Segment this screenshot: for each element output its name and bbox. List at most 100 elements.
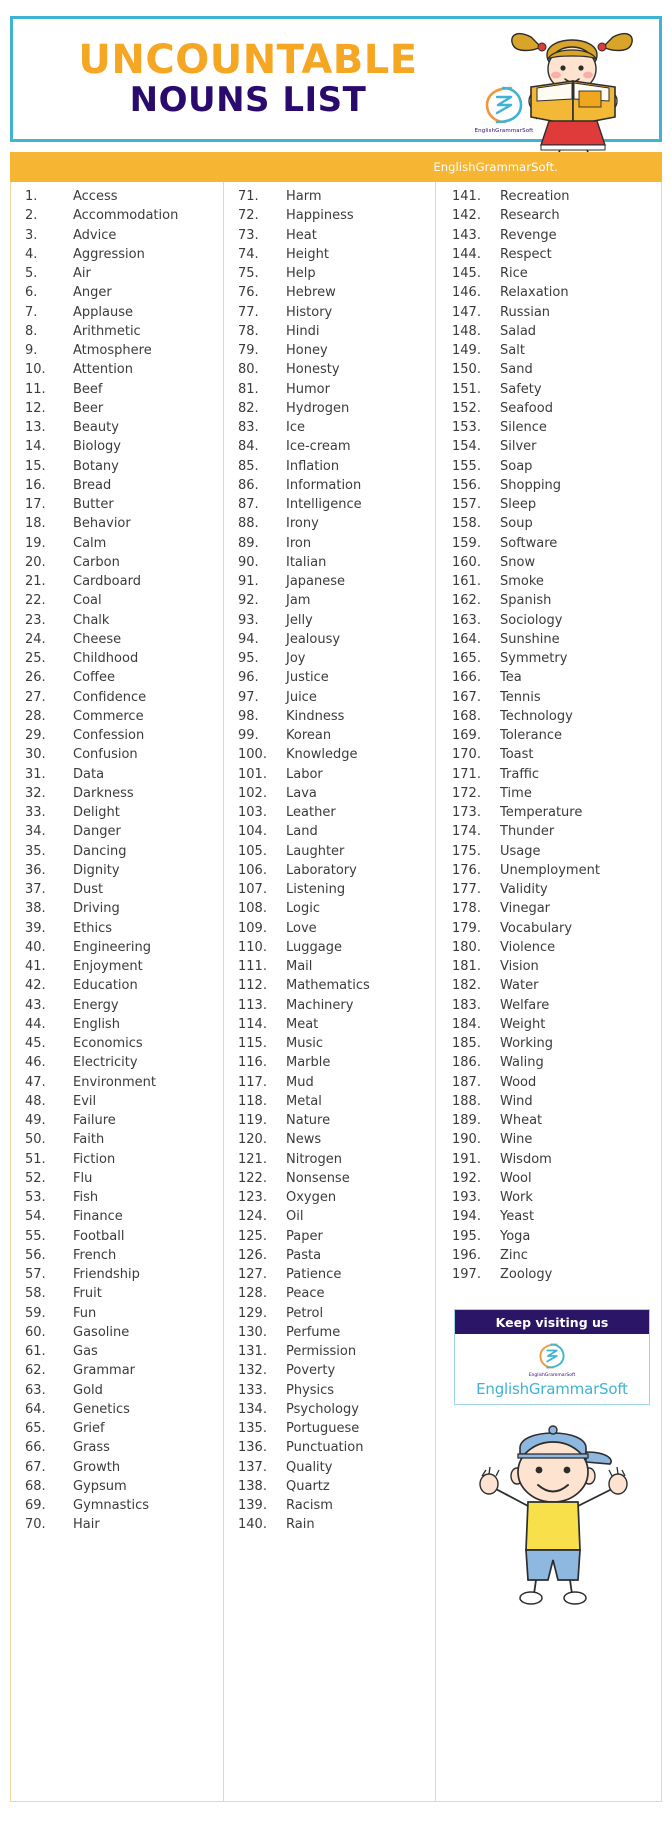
noun-index: 189.	[452, 1113, 481, 1128]
noun-index: 50.	[25, 1132, 46, 1148]
noun-word: Sociology	[500, 612, 563, 628]
noun-index: 44.	[25, 1016, 46, 1032]
noun-word: Pasta	[286, 1247, 322, 1263]
noun-index: 88.	[238, 516, 259, 532]
noun-list-item: 120. News	[224, 1132, 435, 1151]
noun-word: Marble	[286, 1055, 331, 1071]
noun-list-item: 22. Coal	[11, 593, 223, 612]
noun-list-item: 98. Kindness	[224, 709, 435, 728]
noun-list-item: 58. Fruit	[11, 1286, 223, 1305]
noun-index: 117.	[238, 1074, 267, 1090]
noun-word: Dignity	[73, 862, 120, 878]
noun-list-item: 114. Meat	[224, 1017, 435, 1036]
noun-index: 95.	[238, 651, 259, 666]
noun-list-item: 123. Oxygen	[224, 1190, 435, 1209]
noun-index: 69.	[25, 1498, 46, 1513]
noun-index: 101.	[238, 766, 267, 782]
noun-list-item: 161. Smoke	[436, 574, 661, 593]
noun-list-item: 68. Gypsum	[11, 1479, 223, 1498]
noun-word: Atmosphere	[73, 343, 152, 358]
noun-index: 106.	[238, 862, 267, 878]
noun-list-item: 42. Education	[11, 978, 223, 997]
noun-index: 51.	[25, 1151, 46, 1167]
noun-index: 148.	[452, 323, 481, 339]
noun-list-item: 13. Beauty	[11, 420, 223, 439]
noun-word: Ice	[286, 420, 305, 435]
noun-list-item: 119. Nature	[224, 1113, 435, 1132]
noun-list-item: 27. Confidence	[11, 690, 223, 709]
noun-word: Revenge	[500, 227, 557, 243]
noun-list-item: 97. Juice	[224, 690, 435, 709]
noun-list-item: 19. Calm	[11, 536, 223, 555]
noun-list-item: 73. Heat	[224, 228, 435, 247]
noun-index: 197.	[452, 1267, 481, 1282]
noun-word: Iron	[286, 535, 312, 551]
noun-index: 63.	[25, 1382, 46, 1398]
noun-list-item: 72. Happiness	[224, 208, 435, 227]
noun-word: Gold	[73, 1382, 103, 1398]
noun-word: Salt	[500, 343, 525, 358]
noun-list-item: 94. Jealousy	[224, 632, 435, 651]
noun-index: 43.	[25, 997, 46, 1013]
noun-index: 38.	[25, 901, 46, 917]
noun-index: 184.	[452, 1016, 481, 1032]
noun-word: Rice	[500, 266, 528, 281]
noun-word: Silver	[500, 439, 537, 455]
noun-list-item: 93. Jelly	[224, 613, 435, 632]
keep-visiting-logo-text: EnglishGrammarSoft	[528, 1372, 576, 1378]
noun-list-item: 186. Waling	[436, 1055, 661, 1074]
noun-index: 1.	[25, 189, 38, 204]
noun-index: 166.	[452, 670, 481, 686]
noun-word: Perfume	[286, 1324, 341, 1340]
noun-list-item: 115. Music	[224, 1036, 435, 1055]
nouns-column-1: 1. Access 2. Accommodation 3. Advice 4. Aggress…	[11, 182, 223, 1801]
noun-list-item: 91. Japanese	[224, 574, 435, 593]
noun-list-item: 131. Permission	[224, 1344, 435, 1363]
noun-list-item: 108. Logic	[224, 901, 435, 920]
noun-list-item: 191. Wisdom	[436, 1152, 661, 1171]
noun-list-item: 110. Luggage	[224, 940, 435, 959]
noun-index: 30.	[25, 747, 46, 763]
noun-list-item: 84. Ice-cream	[224, 439, 435, 458]
noun-index: 110.	[238, 939, 267, 955]
noun-index: 46.	[25, 1055, 46, 1071]
noun-word: Technology	[500, 708, 573, 724]
noun-word: Relaxation	[500, 285, 569, 301]
noun-index: 100.	[238, 747, 267, 763]
noun-word: Confession	[73, 728, 145, 743]
noun-index: 169.	[452, 728, 481, 743]
noun-index: 113.	[238, 997, 267, 1013]
noun-list-item: 183. Welfare	[436, 998, 661, 1017]
noun-list-item: 96. Justice	[224, 670, 435, 689]
noun-word: Spanish	[500, 593, 552, 609]
noun-list-item: 8. Arithmetic	[11, 324, 223, 343]
noun-index: 147.	[452, 304, 481, 320]
noun-list-item: 159. Software	[436, 536, 661, 555]
noun-word: Quality	[286, 1459, 333, 1475]
noun-list-item: 11. Beef	[11, 382, 223, 401]
noun-index: 146.	[452, 285, 481, 301]
noun-word: Laboratory	[286, 862, 357, 878]
noun-index: 41.	[25, 959, 46, 974]
noun-index: 19.	[25, 535, 46, 551]
noun-word: Beef	[73, 381, 103, 397]
noun-list-item: 59. Fun	[11, 1306, 223, 1325]
noun-word: Carbon	[73, 554, 120, 570]
noun-word: Time	[500, 785, 532, 801]
noun-list-item: 23. Chalk	[11, 613, 223, 632]
noun-word: Dancing	[73, 843, 127, 859]
noun-word: Software	[500, 535, 558, 551]
noun-word: Hair	[73, 1517, 100, 1533]
noun-list-item: 36. Dignity	[11, 863, 223, 882]
noun-index: 142.	[452, 208, 481, 224]
noun-word: Gasoline	[73, 1324, 130, 1340]
noun-index: 130.	[238, 1324, 267, 1340]
noun-word: Patience	[286, 1267, 342, 1282]
noun-index: 80.	[238, 362, 259, 378]
noun-word: Working	[500, 1036, 554, 1051]
noun-word: Access	[73, 189, 118, 204]
noun-list-item: 126. Pasta	[224, 1248, 435, 1267]
noun-word: Gas	[73, 1344, 98, 1359]
noun-list-item: 117. Mud	[224, 1075, 435, 1094]
noun-index: 22.	[25, 593, 46, 609]
